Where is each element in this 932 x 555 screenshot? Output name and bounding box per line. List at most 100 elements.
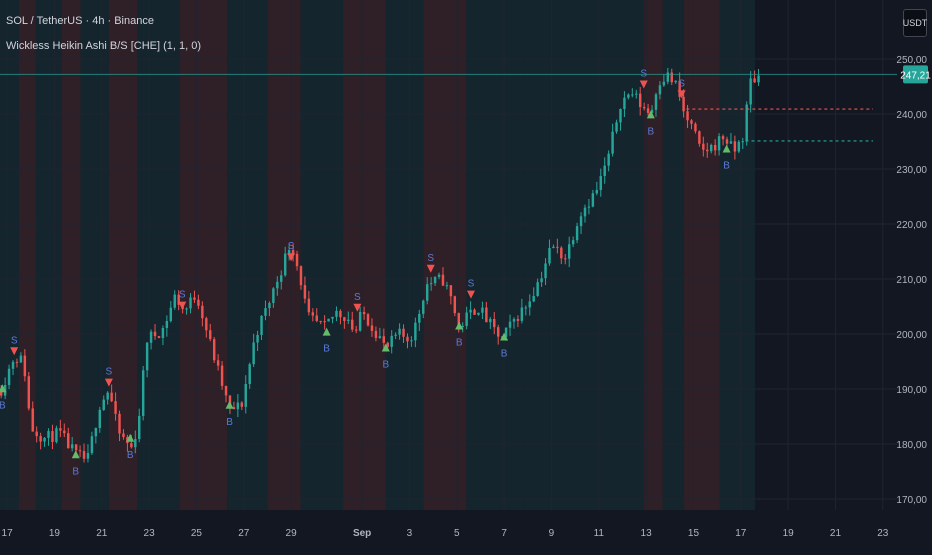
candle-body <box>615 122 618 132</box>
candle-body <box>74 444 78 451</box>
candle-body <box>212 339 216 361</box>
buy-signal-label: B <box>323 344 330 355</box>
buy-signal-label: B <box>72 466 79 477</box>
candle-body <box>90 436 94 454</box>
candle-body <box>331 316 334 319</box>
chart-canvas[interactable]: B S B S B S B S B S B S B S B S B S B 170,00 180,00 190,00 20… <box>0 0 932 550</box>
x-tick-label: 19 <box>49 528 61 539</box>
candle-body <box>15 361 19 363</box>
candle-body <box>220 365 224 386</box>
candle-body <box>682 96 685 112</box>
sell-signal-label: S <box>11 335 18 346</box>
candle-body <box>429 283 433 285</box>
y-tick-label: 190,00 <box>896 385 927 396</box>
candle-body <box>157 336 161 338</box>
candle-body <box>23 355 27 377</box>
candle-body <box>311 312 315 316</box>
candle-body <box>425 284 429 301</box>
candle-body <box>358 312 362 331</box>
candle-body <box>378 336 382 338</box>
indicator-title[interactable]: Wickless Heikin Ashi B/S [CHE] (1, 1, 0) <box>6 40 201 52</box>
x-axis[interactable]: 17 19 21 23 25 27 29 Sep 3 5 7 9 11 13 15 17 19 21 23 <box>0 510 932 550</box>
candle-body <box>86 453 90 459</box>
buy-signal-label: B <box>127 450 134 461</box>
candle-body <box>627 94 630 98</box>
candle-body <box>51 431 54 442</box>
candle-body <box>725 139 729 144</box>
candle-body <box>224 385 228 396</box>
sell-signal-label: S <box>106 367 113 378</box>
x-tick-label: Sep <box>353 528 371 539</box>
candle-body <box>402 328 405 337</box>
candle-body <box>599 176 602 190</box>
candle-body <box>70 444 74 449</box>
candle-body <box>145 342 149 371</box>
x-tick-label: 15 <box>688 528 700 539</box>
candle-body <box>382 336 386 343</box>
candle-body <box>323 321 326 323</box>
currency-button[interactable]: USDT <box>903 9 927 37</box>
candle-body <box>248 364 251 384</box>
trend-zone-bull <box>662 0 684 510</box>
candle-body <box>698 131 701 144</box>
buy-signal-label: B <box>456 338 463 349</box>
candle-body <box>544 263 547 279</box>
candle-body <box>489 319 492 323</box>
candle-body <box>575 226 579 241</box>
candle-body <box>299 266 303 286</box>
candle-body <box>185 308 188 310</box>
y-axis[interactable]: 170,00 180,00 190,00 200,00 210,00 220,00 230,… <box>896 0 932 550</box>
x-tick-label: 25 <box>191 528 203 539</box>
candle-body <box>508 321 512 328</box>
y-tick-label: 210,00 <box>896 275 927 286</box>
candle-body <box>327 318 330 322</box>
candle-body <box>268 302 271 309</box>
candle-body <box>114 401 117 414</box>
x-tick-label: 23 <box>144 528 156 539</box>
candle-body <box>579 216 583 227</box>
candle-body <box>351 319 354 330</box>
last-price-label: 247,21 <box>900 70 931 81</box>
buy-signal-label: B <box>226 417 233 428</box>
candle-body <box>441 274 445 286</box>
candle-body <box>635 93 638 95</box>
x-tick-label: 13 <box>641 528 653 539</box>
candle-body <box>110 392 113 402</box>
candle-body <box>31 408 34 432</box>
candle-body <box>63 430 66 434</box>
candle-body <box>130 443 133 448</box>
candle-body <box>244 383 247 407</box>
candle-body <box>7 368 11 386</box>
x-tick-label: 5 <box>454 528 460 539</box>
candle-body <box>295 253 299 267</box>
candle-body <box>607 153 610 166</box>
y-tick-label: 240,00 <box>896 110 927 121</box>
candle-body <box>315 315 318 321</box>
candle-body <box>138 415 141 440</box>
candle-body <box>702 143 705 150</box>
candle-body <box>82 451 86 459</box>
candle-body <box>303 285 307 299</box>
sell-signal-label: S <box>179 290 186 301</box>
trend-zone-bull <box>466 0 524 510</box>
candle-body <box>520 307 524 321</box>
candle-body <box>394 334 397 336</box>
candle-body <box>236 402 240 410</box>
sell-signal-label: S <box>427 253 434 264</box>
candle-body <box>122 433 125 438</box>
candle-body <box>713 144 717 151</box>
candle-body <box>465 312 468 326</box>
candle-body <box>193 297 196 300</box>
candle-body <box>453 296 457 314</box>
candle-body <box>276 281 279 289</box>
x-tick-label: 9 <box>549 528 555 539</box>
trend-zone-bull <box>719 0 755 510</box>
buy-signal-label: B <box>0 400 6 411</box>
price-chart[interactable]: B S B S B S B S B S B S B S B S B S B 170,00 180,00 190,00 20… <box>0 0 932 550</box>
candle-body <box>642 107 646 109</box>
candle-body <box>418 313 421 323</box>
candle-body <box>583 207 587 217</box>
candle-body <box>548 248 551 264</box>
symbol-title[interactable]: SOL / TetherUS · 4h · Binance <box>6 15 154 27</box>
candle-body <box>690 120 693 124</box>
